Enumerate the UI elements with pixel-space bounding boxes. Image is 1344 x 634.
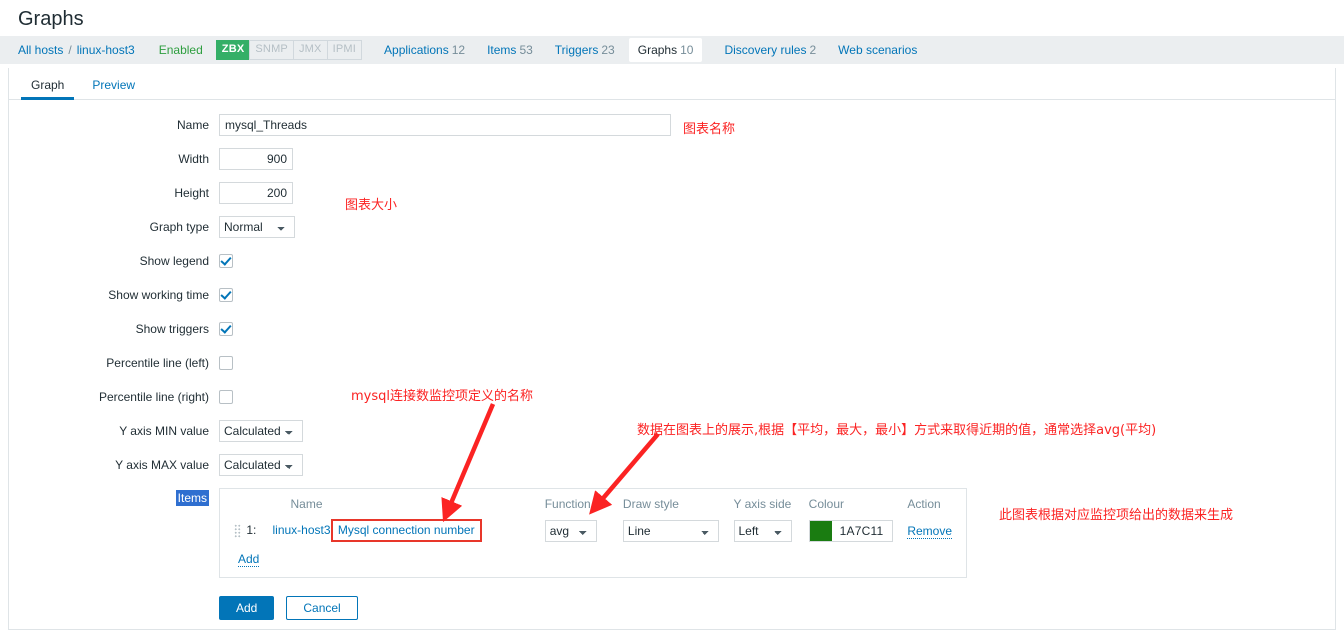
breadcrumb-all-hosts[interactable]: All hosts <box>18 43 63 57</box>
page-header: Graphs <box>0 0 1344 36</box>
label-percentile-left: Percentile line (left) <box>106 356 209 370</box>
graph-type-select[interactable]: Normal <box>219 216 295 238</box>
nav-discovery-rules-label: Discovery rules <box>724 43 807 57</box>
nav-applications[interactable]: Applications 12 <box>384 43 465 57</box>
row-y-axis-max: Y axis MAX value Calculated <box>9 454 1335 476</box>
percentile-left-checkbox[interactable] <box>219 356 233 370</box>
nav-graphs-label: Graphs <box>637 43 678 57</box>
y-axis-max-select[interactable]: Calculated <box>219 454 303 476</box>
host-status[interactable]: Enabled <box>159 43 203 57</box>
breadcrumb-separator: / <box>68 43 72 57</box>
function-select[interactable]: avg <box>544 519 597 542</box>
row-graph-type: Graph type Normal <box>9 216 1335 238</box>
nav-applications-label: Applications <box>384 43 449 57</box>
page-title: Graphs <box>18 8 84 30</box>
label-name: Name <box>176 118 209 132</box>
row-height: Height <box>9 182 1335 204</box>
colour-swatch[interactable] <box>809 520 832 541</box>
add-item-link[interactable]: Add <box>238 552 260 567</box>
nav-triggers-count: 23 <box>601 43 615 57</box>
label-y-axis-max: Y axis MAX value <box>115 458 209 472</box>
interface-badge-snmp[interactable]: SNMP <box>249 40 294 60</box>
items-table-header-row: Name Function Draw style Y axis side Col… <box>228 495 958 517</box>
interface-badge-jmx[interactable]: JMX <box>292 40 328 60</box>
nav-graphs[interactable]: Graphs 10 <box>628 38 703 62</box>
show-working-time-checkbox[interactable] <box>219 288 233 302</box>
label-show-triggers: Show triggers <box>135 322 209 336</box>
y-axis-min-select[interactable]: Calculated <box>219 420 303 442</box>
label-show-working-time: Show working time <box>108 288 209 302</box>
label-height: Height <box>174 186 209 200</box>
row-index: 1: <box>246 523 257 538</box>
interface-badge-ipmi[interactable]: IPMI <box>326 40 363 60</box>
nav-web-scenarios-label: Web scenarios <box>838 43 918 57</box>
nav-discovery-rules[interactable]: Discovery rules 2 <box>724 43 816 57</box>
graph-form: Name Width Height Graph type Normal Show… <box>9 100 1335 620</box>
interface-badges: ZBX SNMP JMX IPMI <box>215 40 363 60</box>
show-legend-checkbox[interactable] <box>219 254 233 268</box>
row-percentile-right: Percentile line (right) <box>9 386 1335 408</box>
row-show-working-time: Show working time <box>9 284 1335 306</box>
breadcrumb: All hosts / linux-host3 Enabled ZBX SNMP… <box>0 36 1344 64</box>
nav-items[interactable]: Items 53 <box>487 43 533 57</box>
name-input[interactable] <box>219 114 671 136</box>
nav-triggers[interactable]: Triggers 23 <box>555 43 615 57</box>
form-tabstrip: Graph Preview <box>9 68 1335 100</box>
colour-hex-value: 1A7C11 <box>839 523 884 538</box>
item-name-link[interactable]: Mysql connection number <box>338 523 475 537</box>
nav-web-scenarios[interactable]: Web scenarios <box>838 43 917 57</box>
nav-graphs-count: 10 <box>680 43 694 57</box>
row-y-axis-min: Y axis MIN value Calculated <box>9 420 1335 442</box>
col-function: Function <box>544 497 591 511</box>
label-width: Width <box>178 152 209 166</box>
row-show-legend: Show legend <box>9 250 1335 272</box>
col-draw-style: Draw style <box>622 497 679 511</box>
label-show-legend: Show legend <box>139 254 209 268</box>
row-show-triggers: Show triggers <box>9 318 1335 340</box>
width-input[interactable] <box>219 148 293 170</box>
breadcrumb-host[interactable]: linux-host3 <box>77 43 135 57</box>
table-row: 1: linux-host3: Mysql connection number a… <box>228 517 958 544</box>
tab-graph[interactable]: Graph <box>17 72 78 100</box>
items-table: Name Function Draw style Y axis side Col… <box>228 495 958 544</box>
interface-badge-zbx[interactable]: ZBX <box>215 40 251 60</box>
row-percentile-left: Percentile line (left) <box>9 352 1335 374</box>
label-graph-type: Graph type <box>149 220 209 234</box>
nav-discovery-rules-count: 2 <box>809 43 817 57</box>
percentile-right-checkbox[interactable] <box>219 390 233 404</box>
row-width: Width <box>9 148 1335 170</box>
graph-form-card: Graph Preview Name Width Height Graph ty… <box>8 68 1336 630</box>
row-name: Name <box>9 114 1335 136</box>
col-action: Action <box>907 497 941 511</box>
height-input[interactable] <box>219 182 293 204</box>
nav-triggers-label: Triggers <box>554 43 599 57</box>
show-triggers-checkbox[interactable] <box>219 322 233 336</box>
draw-style-select[interactable]: Line <box>622 519 719 542</box>
remove-item-link[interactable]: Remove <box>907 523 952 539</box>
row-items: Items Name Function Draw style Y axis si… <box>9 488 1335 578</box>
colour-picker[interactable]: 1A7C11 <box>808 519 893 542</box>
col-y-axis-side: Y axis side <box>733 497 792 511</box>
label-y-axis-min: Y axis MIN value <box>119 424 209 438</box>
cancel-button[interactable]: Cancel <box>286 596 358 620</box>
items-label-text: Items <box>175 490 209 506</box>
drag-handle-icon[interactable] <box>234 523 241 538</box>
tab-preview[interactable]: Preview <box>78 72 149 99</box>
col-name: Name <box>290 497 323 511</box>
items-box: Name Function Draw style Y axis side Col… <box>219 488 967 578</box>
nav-applications-count: 12 <box>451 43 466 57</box>
submit-button[interactable]: Add <box>219 596 275 620</box>
y-axis-side-select[interactable]: Left <box>733 519 792 542</box>
nav-items-label: Items <box>487 43 517 57</box>
row-host-prefix: linux-host3: <box>272 523 334 537</box>
col-colour: Colour <box>808 497 845 511</box>
item-name-highlight: Mysql connection number <box>330 519 482 542</box>
nav-items-count: 53 <box>519 43 533 57</box>
form-footer: Add Cancel <box>9 596 1335 620</box>
label-percentile-right: Percentile line (right) <box>98 390 209 404</box>
label-items: Items <box>9 488 219 506</box>
